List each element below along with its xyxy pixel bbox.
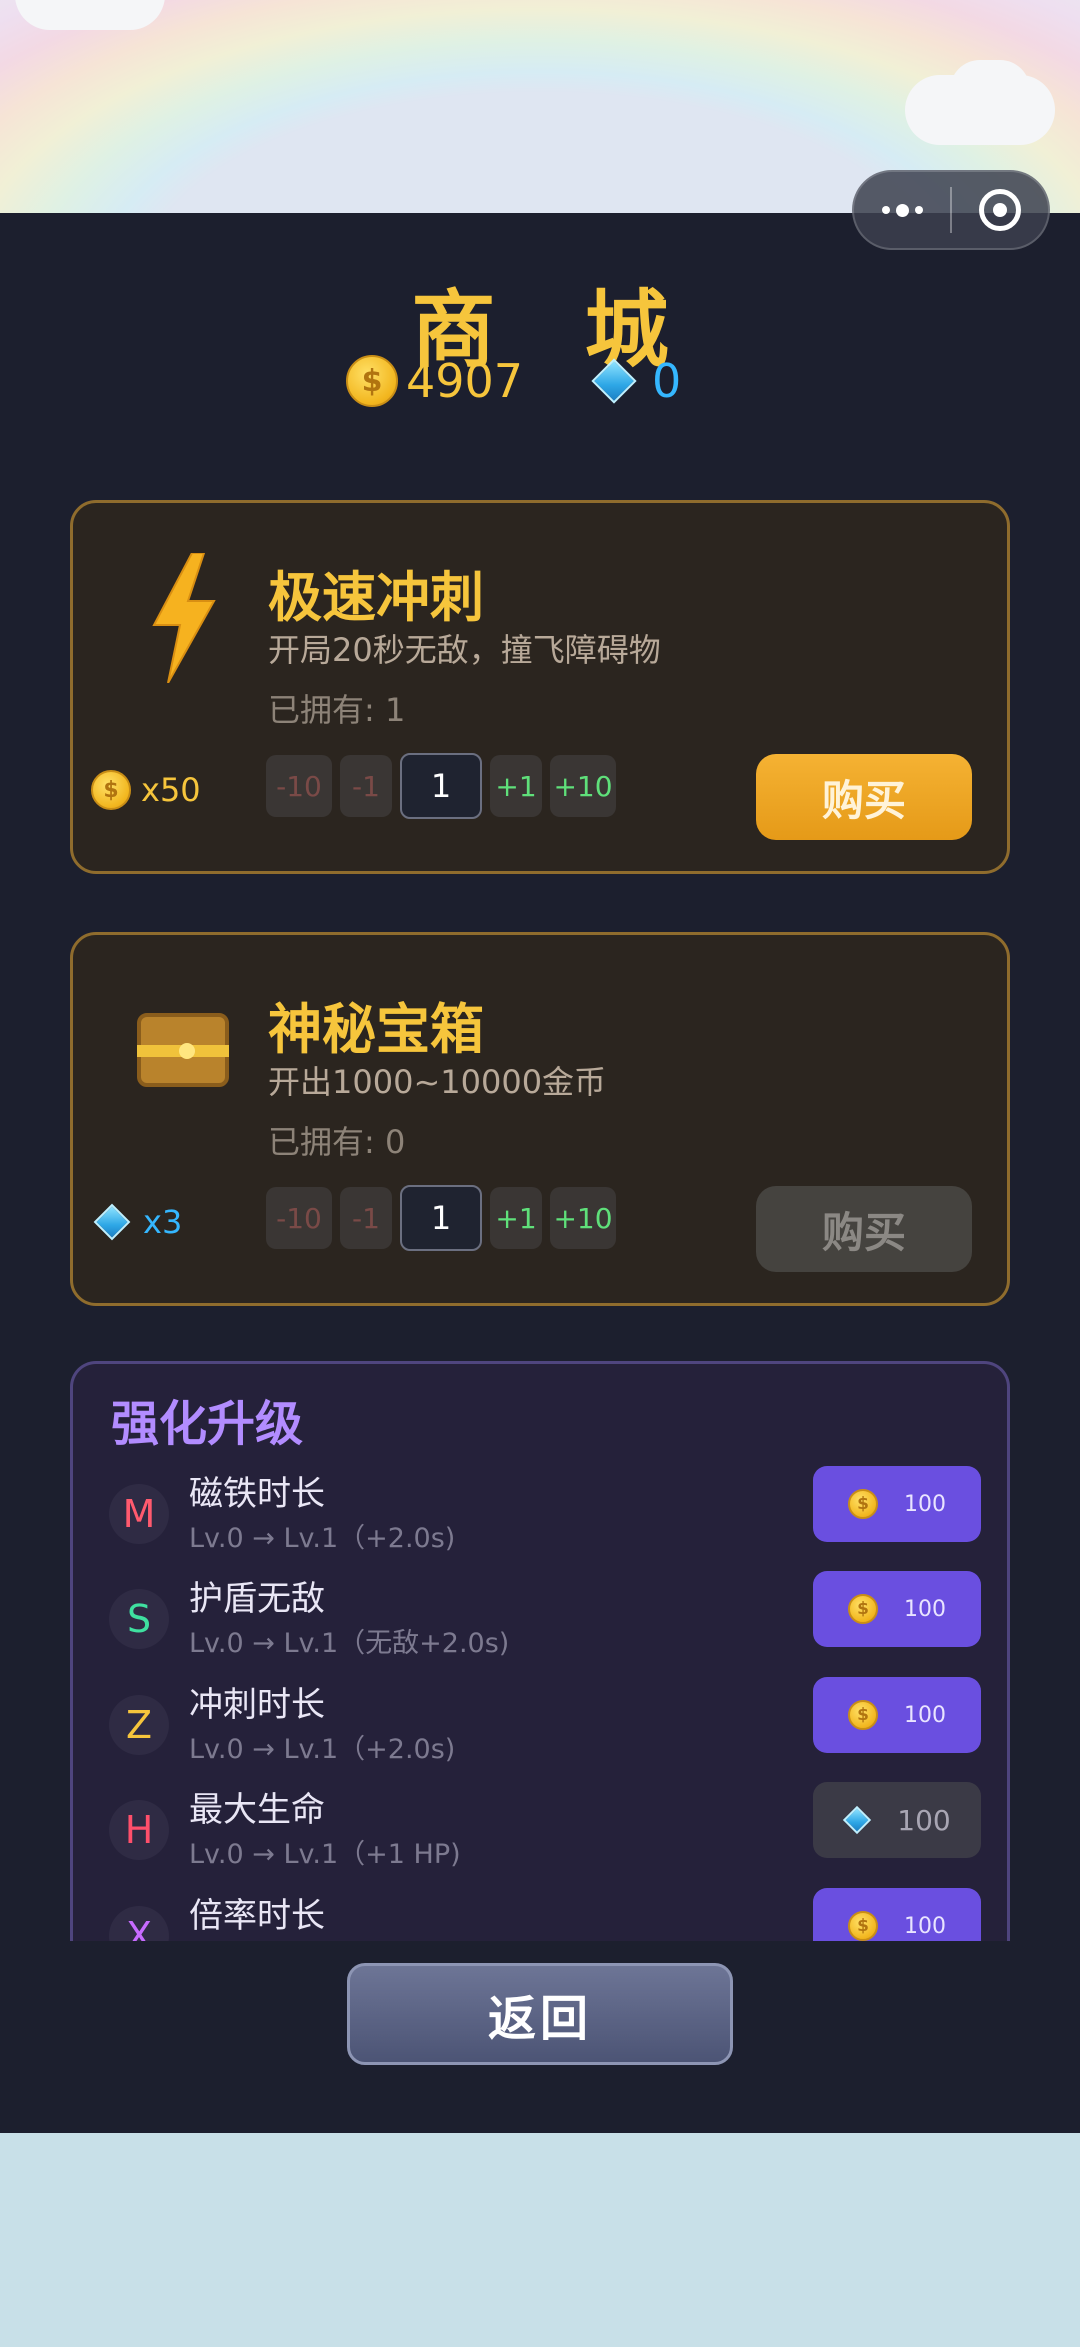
upgrade-level: Lv.0 → Lv.1（+2.0s)	[189, 1734, 456, 1765]
target-close-icon[interactable]	[952, 172, 1048, 248]
upgrade-row-shield: S 护盾无敌 Lv.0 → Lv.1（无敌+2.0s) $ 100	[109, 1571, 981, 1667]
diamond-icon	[591, 358, 637, 404]
price-value: x50	[141, 771, 201, 809]
shop-panel: 商 城 $ 4907 0 极速冲刺 开局20秒无敌，撞飞障碍物 已拥有: 1 $…	[0, 213, 1080, 2133]
magnet-badge-icon: M	[109, 1484, 169, 1544]
upgrade-title: 强化升级	[111, 1396, 304, 1452]
upgrade-cost: 100	[904, 1491, 946, 1517]
upgrade-button[interactable]: $ 100	[813, 1466, 981, 1542]
gold-coin-icon: $	[848, 1594, 878, 1624]
upgrade-name: 倍率时长	[189, 1896, 325, 1936]
dash-badge-icon: Z	[109, 1695, 169, 1755]
upgrade-cost: 100	[904, 1702, 946, 1728]
item-owned: 已拥有: 1	[268, 691, 406, 729]
gold-coin-icon: $	[848, 1911, 878, 1941]
gold-coin-icon: $	[848, 1489, 878, 1519]
buy-button[interactable]: 购买	[756, 754, 972, 840]
item-name: 神秘宝箱	[268, 998, 484, 1061]
minus-10-button[interactable]: -10	[266, 755, 332, 817]
upgrade-row-multiplier: X 倍率时长 $ 100	[109, 1888, 981, 1941]
upgrade-row-dash: Z 冲刺时长 Lv.0 → Lv.1（+2.0s) $ 100	[109, 1677, 981, 1773]
back-button[interactable]: 返回	[347, 1963, 733, 2065]
upgrade-button-disabled[interactable]: 100	[813, 1782, 981, 1858]
minus-1-button[interactable]: -1	[340, 755, 392, 817]
item-description: 开出1000~10000金币	[268, 1063, 607, 1101]
plus-1-button[interactable]: +1	[490, 1187, 542, 1249]
gold-amount: 4907	[406, 354, 524, 408]
item-name: 极速冲刺	[268, 566, 484, 629]
gem-balance: 0	[590, 351, 681, 411]
upgrade-level: Lv.0 → Lv.1（+1 HP)	[189, 1839, 461, 1870]
plus-10-button[interactable]: +10	[550, 1187, 616, 1249]
upgrade-name: 最大生命	[189, 1790, 325, 1830]
shield-badge-icon: S	[109, 1589, 169, 1649]
item-price: $ x50	[91, 765, 201, 815]
shop-item-card: 神秘宝箱 开出1000~10000金币 已拥有: 0 x3 -10 -1 1 +…	[70, 932, 1010, 1306]
cloud	[950, 60, 1030, 120]
upgrade-button[interactable]: $ 100	[813, 1677, 981, 1753]
diamond-icon	[93, 1203, 131, 1241]
upgrade-name: 护盾无敌	[189, 1579, 325, 1619]
plus-10-button[interactable]: +10	[550, 755, 616, 817]
quantity-value[interactable]: 1	[400, 753, 482, 819]
page-title: 商 城	[411, 281, 699, 379]
quantity-stepper: -10 -1 1 +1 +10	[266, 753, 616, 819]
multiplier-badge-icon: X	[109, 1906, 169, 1941]
treasure-chest-icon	[123, 985, 243, 1115]
gem-amount: 0	[652, 354, 682, 408]
upgrade-section: 强化升级 M 磁铁时长 Lv.0 → Lv.1（+2.0s) $ 100 S 护…	[70, 1361, 1010, 1941]
gold-coin-icon: $	[91, 770, 131, 810]
upgrade-button[interactable]: $ 100	[813, 1888, 981, 1941]
gold-coin-icon: $	[346, 355, 398, 407]
shop-item-card: 极速冲刺 开局20秒无敌，撞飞障碍物 已拥有: 1 $ x50 -10 -1 1…	[70, 500, 1010, 874]
upgrade-level: Lv.0 → Lv.1（+2.0s)	[189, 1523, 456, 1554]
item-owned: 已拥有: 0	[268, 1123, 406, 1161]
upgrade-level: Lv.0 → Lv.1（无敌+2.0s)	[189, 1628, 510, 1659]
more-dots-icon[interactable]	[854, 172, 950, 248]
upgrade-cost: 100	[904, 1596, 946, 1622]
lightning-icon	[123, 553, 243, 683]
upgrade-cost: 100	[897, 1803, 951, 1837]
item-price: x3	[91, 1197, 182, 1247]
plus-1-button[interactable]: +1	[490, 755, 542, 817]
upgrade-name: 冲刺时长	[189, 1685, 325, 1725]
upgrade-button[interactable]: $ 100	[813, 1571, 981, 1647]
gold-coin-icon: $	[848, 1700, 878, 1730]
miniprogram-capsule	[852, 170, 1050, 250]
minus-1-button[interactable]: -1	[340, 1187, 392, 1249]
minus-10-button[interactable]: -10	[266, 1187, 332, 1249]
quantity-value[interactable]: 1	[400, 1185, 482, 1251]
quantity-stepper: -10 -1 1 +1 +10	[266, 1185, 616, 1251]
upgrade-cost: 100	[904, 1913, 946, 1939]
gold-balance: $ 4907	[346, 351, 523, 411]
health-badge-icon: H	[109, 1800, 169, 1860]
price-value: x3	[143, 1203, 183, 1241]
upgrade-row-magnet: M 磁铁时长 Lv.0 → Lv.1（+2.0s) $ 100	[109, 1466, 981, 1562]
upgrade-name: 磁铁时长	[189, 1474, 325, 1514]
diamond-icon	[843, 1805, 872, 1835]
cloud	[15, 0, 165, 30]
buy-button-disabled[interactable]: 购买	[756, 1186, 972, 1272]
upgrade-row-health: H 最大生命 Lv.0 → Lv.1（+1 HP) 100	[109, 1782, 981, 1878]
item-description: 开局20秒无敌，撞飞障碍物	[268, 631, 661, 669]
